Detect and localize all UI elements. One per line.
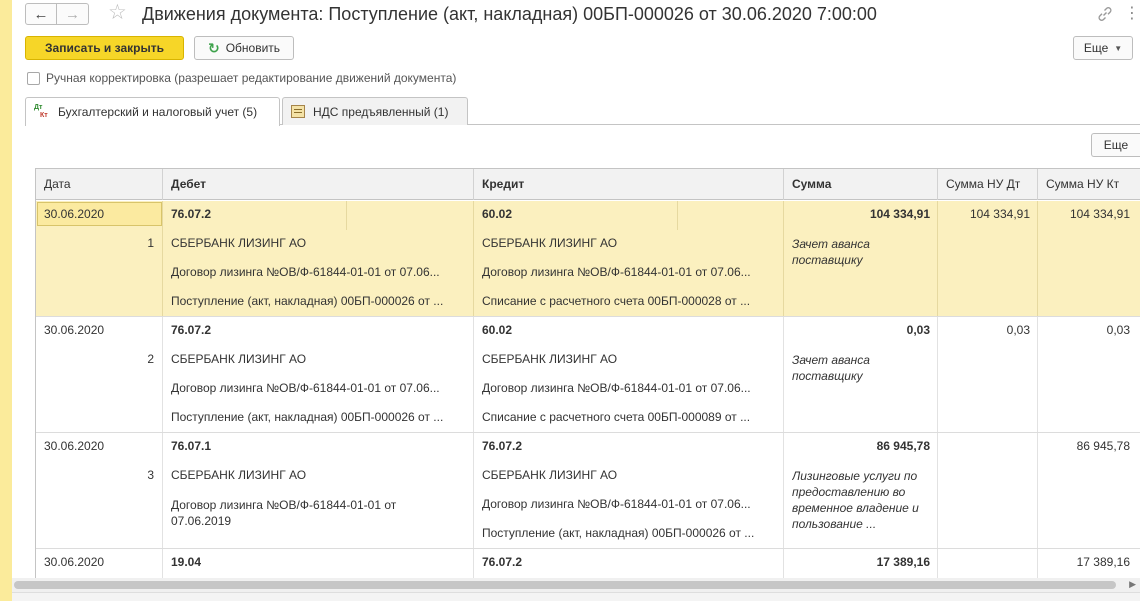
row-content: Зачет аванса поставщику (792, 353, 870, 383)
column-header-sum[interactable]: Сумма (784, 169, 938, 200)
tab-accounting[interactable]: Дт Кт Бухгалтерский и налоговый учет (5) (25, 97, 280, 126)
save-and-close-button[interactable]: Записать и закрыть (25, 36, 184, 60)
credit-subconto-1: СБЕРБАНК ЛИЗИНГ АО (482, 352, 618, 366)
save-and-close-label: Записать и закрыть (45, 41, 164, 55)
row-content: Зачет аванса поставщику (792, 237, 870, 267)
debit-subconto-1: СБЕРБАНК ЛИЗИНГ АО (171, 352, 307, 366)
row-date: 30.06.2020 (44, 439, 105, 453)
row-tax-kt: 17 389,16 (1076, 555, 1130, 569)
column-header-date[interactable]: Дата (36, 169, 163, 200)
row-tax-kt: 0,03 (1106, 323, 1130, 337)
debit-account: 19.04 (171, 555, 202, 569)
forward-button[interactable]: → (57, 3, 89, 25)
credit-subconto-3: Списание с расчетного счета 00БП-000089 … (482, 410, 751, 424)
arrow-left-icon: ← (33, 5, 49, 23)
debit-subconto-3: Поступление (акт, накладная) 00БП-000026… (171, 410, 444, 424)
row-sum: 104 334,91 (869, 207, 930, 221)
tab-accounting-label: Бухгалтерский и налоговый учет (5) (58, 105, 258, 119)
debit-account: 76.07.2 (171, 207, 212, 221)
row-tax-kt: 104 334,91 (1069, 207, 1130, 221)
status-bar (12, 592, 1140, 601)
credit-subconto-3: Списание с расчетного счета 00БП-000028 … (482, 294, 751, 308)
row-date: 30.06.2020 (44, 555, 105, 569)
row-content: Лизинговые услуги по предоставлению во в… (792, 469, 919, 531)
column-header-tax-kt[interactable]: Сумма НУ Кт (1038, 169, 1140, 200)
credit-account: 76.07.2 (482, 439, 523, 453)
debit-subconto-2: Договор лизинга №ОВ/Ф-61844-01-01 от 07.… (171, 498, 397, 528)
favorite-star-icon[interactable]: ☆ (108, 2, 127, 24)
grid-more-label: Еще (1103, 138, 1129, 152)
credit-account: 76.07.2 (482, 555, 523, 569)
table-header: Дата Дебет Кредит Сумма Сумма НУ Дт Сумм… (36, 169, 1140, 200)
refresh-label: Обновить (225, 41, 281, 55)
row-number: 1 (147, 236, 154, 250)
row-sum: 86 945,78 (876, 439, 930, 453)
grid-more-button[interactable]: Еще (1091, 133, 1140, 157)
page-title: Движения документа: Поступление (акт, на… (142, 4, 877, 24)
debit-account: 76.07.2 (171, 323, 212, 337)
credit-subconto-1: СБЕРБАНК ЛИЗИНГ АО (482, 236, 618, 250)
refresh-icon: ↻ (207, 39, 220, 56)
table-row[interactable]: 30.06.2020 19.04 76.07.2 17 389,16 17 38… (36, 549, 1140, 578)
credit-subconto-2: Договор лизинга №ОВ/Ф-61844-01-01 от 07.… (482, 381, 751, 395)
credit-subconto-1: СБЕРБАНК ЛИЗИНГ АО (482, 468, 618, 482)
debit-subconto-3: Поступление (акт, накладная) 00БП-000026… (171, 294, 444, 308)
back-button[interactable]: ← (25, 3, 57, 25)
table-row[interactable]: 30.06.2020 1 76.07.2 СБЕРБАНК ЛИЗИНГ АО … (36, 201, 1140, 317)
tab-vat[interactable]: НДС предъявленный (1) (282, 97, 468, 125)
manual-edit-label[interactable]: Ручная корректировка (разрешает редактир… (46, 71, 456, 85)
scroll-right-icon[interactable]: ▶ (1129, 579, 1136, 590)
credit-subconto-2: Договор лизинга №ОВ/Ф-61844-01-01 от 07.… (482, 497, 751, 511)
row-number: 3 (147, 468, 154, 482)
debit-subconto-1: СБЕРБАНК ЛИЗИНГ АО (171, 236, 307, 250)
debit-subconto-1: СБЕРБАНК ЛИЗИНГ АО (171, 468, 307, 482)
refresh-button[interactable]: ↻ Обновить (194, 36, 294, 60)
table-row[interactable]: 30.06.2020 3 76.07.1 СБЕРБАНК ЛИЗИНГ АО … (36, 433, 1140, 549)
debit-subconto-2: Договор лизинга №ОВ/Ф-61844-01-01 от 07.… (171, 265, 440, 279)
column-header-credit[interactable]: Кредит (474, 169, 784, 200)
manual-edit-checkbox[interactable] (27, 72, 40, 85)
scrollbar-thumb[interactable] (14, 581, 1116, 589)
horizontal-scrollbar[interactable]: ▶ (12, 578, 1140, 592)
chevron-down-icon: ▼ (1114, 43, 1123, 53)
row-tax-dt: 104 334,91 (969, 207, 1030, 221)
credit-account: 60.02 (482, 207, 513, 221)
credit-account: 60.02 (482, 323, 513, 337)
debit-subconto-2: Договор лизинга №ОВ/Ф-61844-01-01 от 07.… (171, 381, 440, 395)
more-actions-button[interactable]: Еще ▼ (1073, 36, 1133, 60)
credit-subconto-2: Договор лизинга №ОВ/Ф-61844-01-01 от 07.… (482, 265, 751, 279)
debit-account: 76.07.1 (171, 439, 212, 453)
more-actions-label: Еще (1083, 41, 1109, 55)
tab-vat-label: НДС предъявленный (1) (313, 104, 449, 119)
column-header-tax-dt[interactable]: Сумма НУ Дт (938, 169, 1038, 200)
column-header-debit[interactable]: Дебет (163, 169, 474, 200)
title-bar: ← → ☆ Движения документа: Поступление (а… (12, 0, 1140, 30)
row-date: 30.06.2020 (44, 323, 105, 337)
row-date: 30.06.2020 (44, 207, 105, 221)
link-icon[interactable] (1096, 5, 1114, 23)
left-panel-strip (0, 0, 12, 601)
credit-subconto-3: Поступление (акт, накладная) 00БП-000026… (482, 526, 755, 540)
more-vertical-icon[interactable]: ⋮ (1124, 3, 1140, 25)
history-nav: ← → (25, 3, 89, 25)
row-tax-kt: 86 945,78 (1076, 439, 1130, 453)
dt-kt-icon: Дт Кт (34, 104, 48, 119)
vat-register-icon (291, 105, 305, 118)
row-sum: 0,03 (906, 323, 930, 337)
entries-table[interactable]: Дата Дебет Кредит Сумма Сумма НУ Дт Сумм… (35, 168, 1140, 578)
table-row[interactable]: 30.06.2020 2 76.07.2 СБЕРБАНК ЛИЗИНГ АО … (36, 317, 1140, 433)
row-tax-dt: 0,03 (1006, 323, 1030, 337)
row-number: 2 (147, 352, 154, 366)
arrow-right-icon: → (65, 5, 80, 23)
row-sum: 17 389,16 (876, 555, 930, 569)
